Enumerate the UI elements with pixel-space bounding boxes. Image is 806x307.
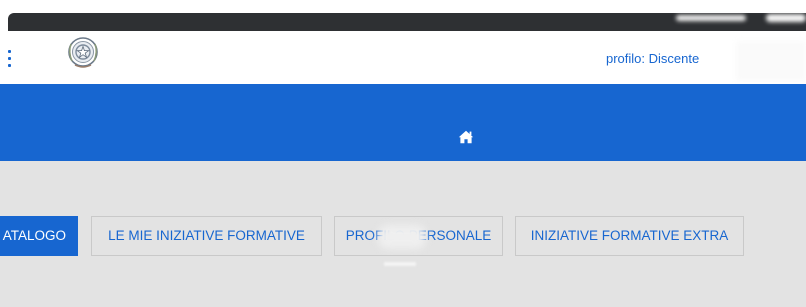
tab-label: LE MIE INIZIATIVE FORMATIVE (108, 228, 305, 243)
redacted-area (384, 262, 416, 266)
main-nav-bar (0, 84, 806, 161)
tab-catalogo[interactable]: ATALOGO (0, 216, 78, 256)
italian-republic-emblem-icon (68, 37, 98, 68)
tab-iniziative-formative-extra[interactable]: INIZIATIVE FORMATIVE EXTRA (515, 216, 744, 256)
top-dark-bar (8, 13, 806, 31)
home-icon[interactable] (458, 130, 474, 144)
page: profilo: Discente ATALOGO LE MIE INIZIAT… (0, 0, 806, 307)
redacted-area (736, 41, 806, 81)
redacted-area (676, 15, 746, 21)
redacted-area (378, 225, 426, 249)
redacted-area (766, 14, 806, 22)
tab-label: INIZIATIVE FORMATIVE EXTRA (530, 228, 729, 243)
profile-label: profilo: Discente (606, 51, 700, 66)
tab-profilo-personale[interactable]: PROFILO PERSONALE (334, 216, 503, 256)
browser-top-strip (0, 0, 806, 31)
menu-icon[interactable] (8, 50, 12, 68)
site-header: profilo: Discente (0, 31, 806, 84)
tab-label: ATALOGO (2, 228, 66, 243)
tab-le-mie-iniziative-formative[interactable]: LE MIE INIZIATIVE FORMATIVE (91, 216, 322, 256)
